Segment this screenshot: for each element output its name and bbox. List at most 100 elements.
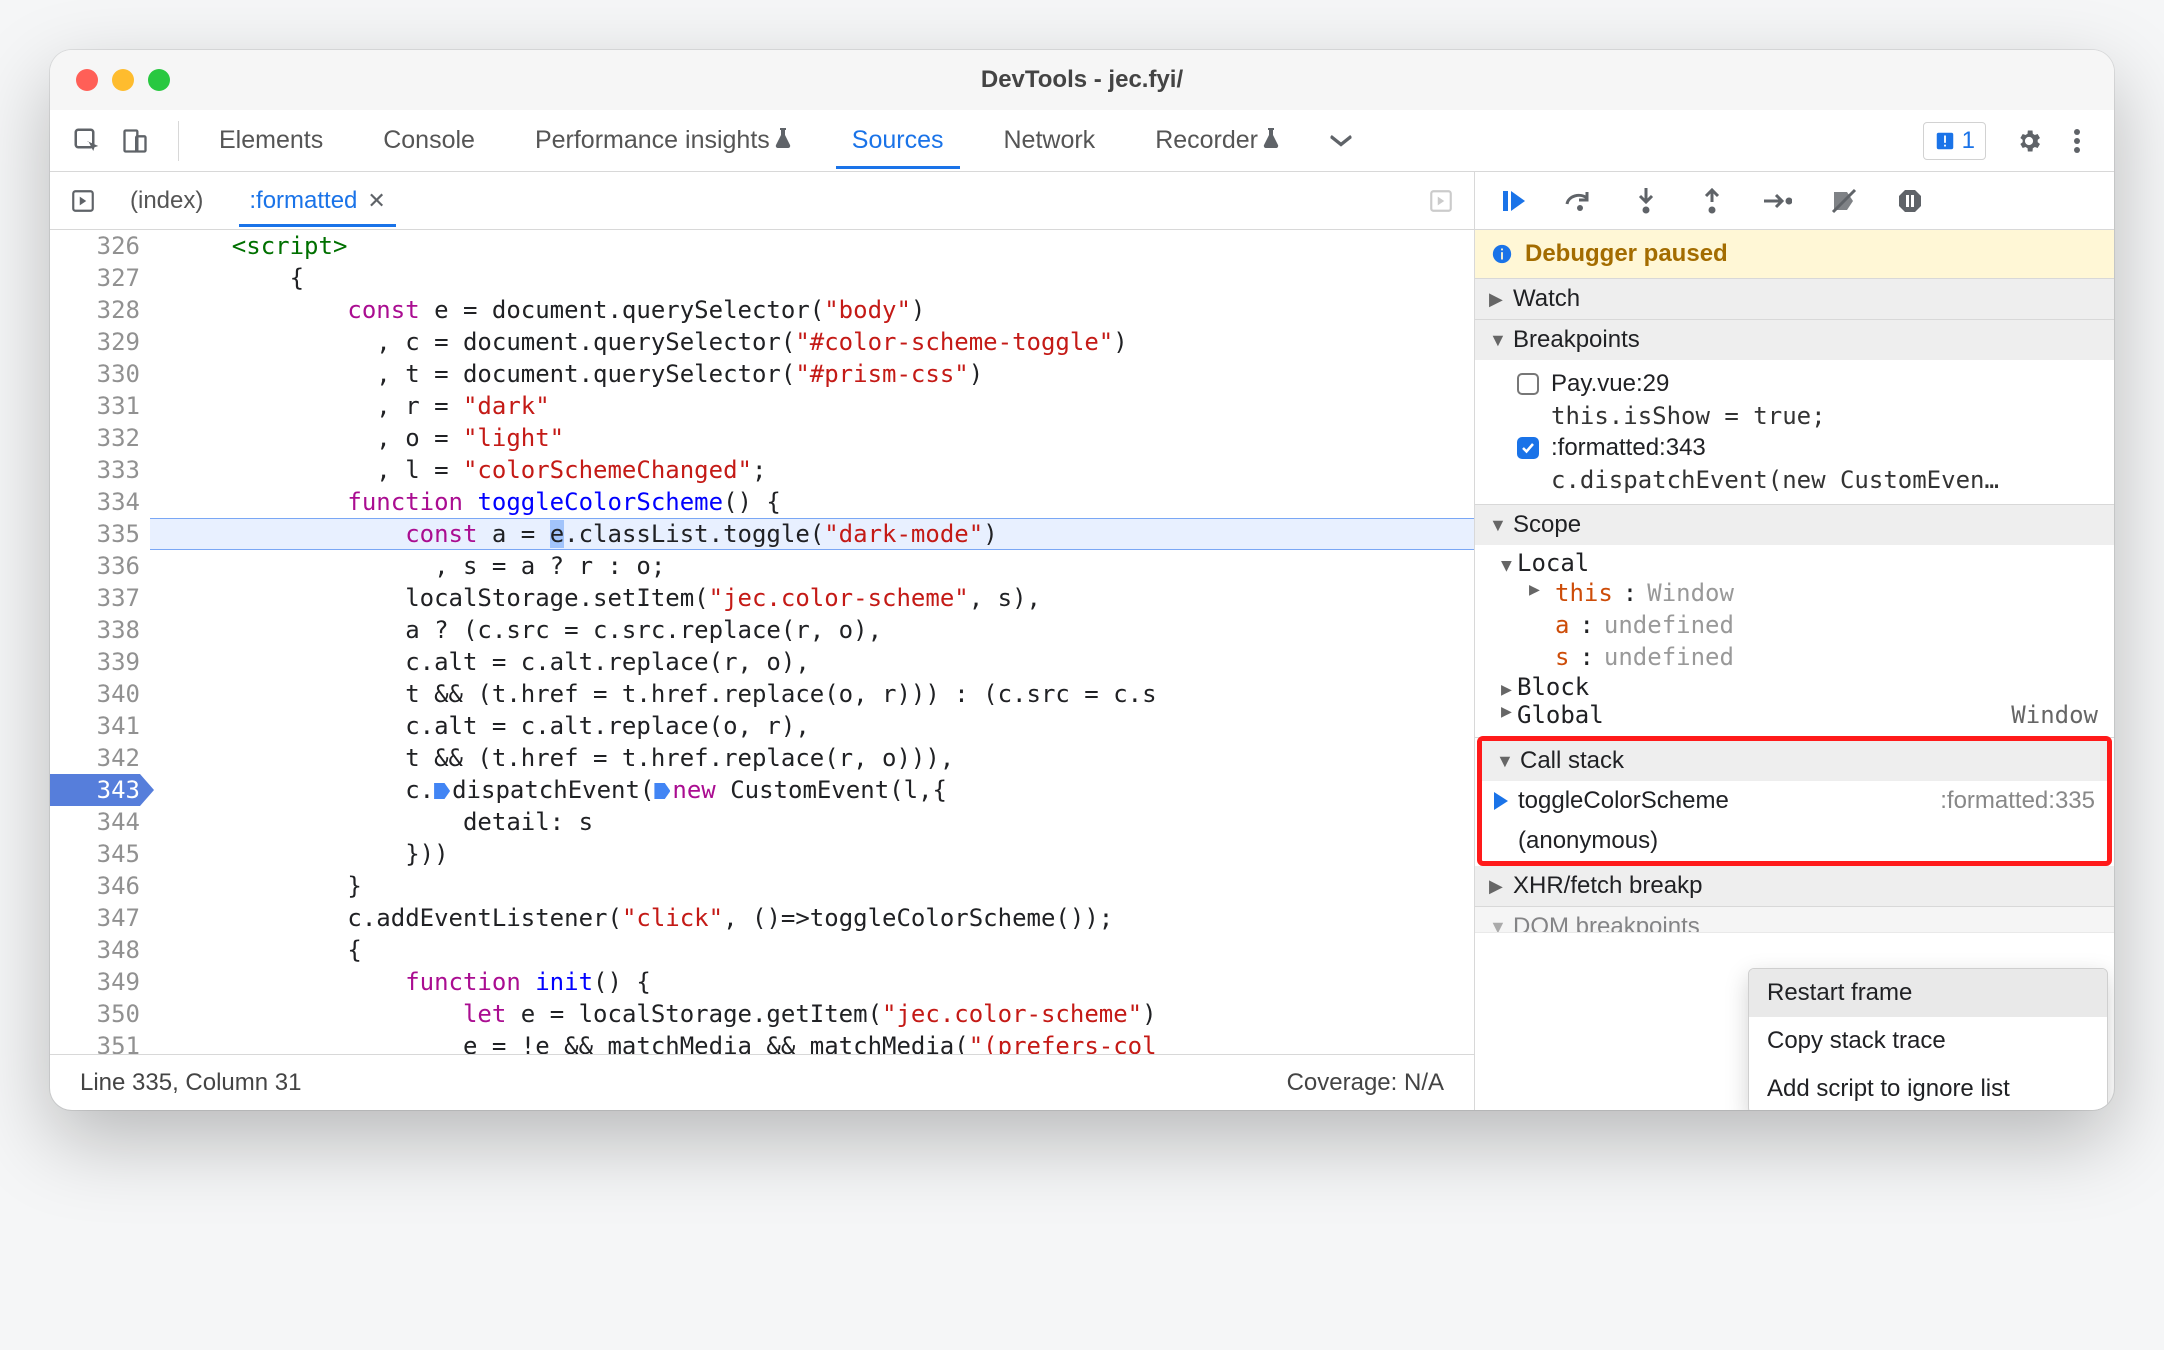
panel-tab-elements[interactable]: Elements <box>203 112 339 169</box>
window-title: DevTools - jec.fyi/ <box>50 66 2114 94</box>
debugger-sidebar: Debugger paused ▶ Watch ▼ Breakpoints Pa… <box>1474 230 2114 1110</box>
code-line[interactable]: { <box>150 934 1474 966</box>
code-line[interactable]: function toggleColorScheme() { <box>150 486 1474 518</box>
callstack-frame[interactable]: (anonymous) <box>1482 821 2107 861</box>
devtools-window: DevTools - jec.fyi/ Elements Console Perfo… <box>50 50 2114 1110</box>
dom-breakpoints-header[interactable]: ▼ DOM breakpoints <box>1475 907 2114 933</box>
code-line[interactable]: } <box>150 870 1474 902</box>
code-line[interactable]: , t = document.querySelector("#prism-css… <box>150 358 1474 390</box>
caret-down-icon: ▼ <box>1489 515 1505 536</box>
code-line[interactable]: , c = document.querySelector("#color-sch… <box>150 326 1474 358</box>
line-gutter: 3263273283293303313323333343353363373383… <box>50 230 150 1054</box>
flask-icon <box>774 126 792 154</box>
show-navigator-icon[interactable] <box>64 182 102 220</box>
breakpoint-checkbox[interactable] <box>1517 437 1539 459</box>
cursor-position: Line 335, Column 31 <box>80 1069 301 1097</box>
code-line[interactable]: const e = document.querySelector("body") <box>150 294 1474 326</box>
current-frame-icon <box>1494 792 1508 810</box>
code-line[interactable]: c.addEventListener("click", ()=>toggleCo… <box>150 902 1474 934</box>
code-line[interactable]: })) <box>150 838 1474 870</box>
resume-icon[interactable] <box>1495 182 1533 220</box>
kebab-menu-icon[interactable] <box>2058 122 2096 160</box>
close-window-button[interactable] <box>76 69 98 91</box>
context-menu-item[interactable]: Copy stack trace <box>1749 1017 2107 1065</box>
panel-tab-network[interactable]: Network <box>988 112 1112 169</box>
code-line[interactable]: c.alt = c.alt.replace(o, r), <box>150 710 1474 742</box>
breakpoints-section-header[interactable]: ▼ Breakpoints <box>1475 320 2114 360</box>
code-line[interactable]: <script> <box>150 230 1474 262</box>
code-line[interactable]: , o = "light" <box>150 422 1474 454</box>
scope-variable[interactable]: ▶this: Window <box>1501 577 2098 609</box>
panel-tab-console[interactable]: Console <box>367 112 491 169</box>
code-line[interactable]: c.dispatchEvent(new CustomEvent(l,{ <box>150 774 1474 806</box>
breakpoint-row[interactable]: :formatted:343 <box>1517 430 2098 466</box>
xhr-breakpoints-header[interactable]: ▶ XHR/fetch breakp <box>1475 866 2114 906</box>
code-area[interactable]: <script> { const e = document.querySelec… <box>150 230 1474 1054</box>
run-snippet-icon[interactable] <box>1422 182 1460 220</box>
code-line[interactable]: , r = "dark" <box>150 390 1474 422</box>
issues-chip[interactable]: 1 <box>1923 122 1986 160</box>
separator <box>178 121 179 161</box>
file-tab[interactable]: (index) <box>120 175 213 227</box>
status-bar: Line 335, Column 31 Coverage: N/A <box>50 1054 1474 1110</box>
caret-down-icon: ▼ <box>1496 751 1512 772</box>
scope-global[interactable]: ▶Global Window <box>1501 701 2098 729</box>
info-icon <box>1491 243 1513 265</box>
banner-text: Debugger paused <box>1525 240 1728 268</box>
breakpoint-checkbox[interactable] <box>1517 373 1539 395</box>
more-tabs-icon[interactable] <box>1322 122 1360 160</box>
code-line[interactable]: t && (t.href = t.href.replace(r, o))), <box>150 742 1474 774</box>
code-line[interactable]: e = !e && matchMedia && matchMedia("(pre… <box>150 1030 1474 1054</box>
scope-variable[interactable]: a: undefined <box>1501 609 2098 641</box>
watch-section-header[interactable]: ▶ Watch <box>1475 279 2114 319</box>
breakpoint-preview: this.isShow = true; <box>1517 402 2098 430</box>
source-tabbar: (index) :formatted✕ <box>50 172 1474 229</box>
file-tab[interactable]: :formatted✕ <box>239 175 395 227</box>
panel-tab-recorder[interactable]: Recorder <box>1139 112 1296 169</box>
code-line[interactable]: detail: s <box>150 806 1474 838</box>
panel-tabstrip: Elements Console Performance insights Sourc… <box>50 110 2114 172</box>
call-stack-header[interactable]: ▼ Call stack <box>1482 741 2107 781</box>
scope-section-header[interactable]: ▼ Scope <box>1475 505 2114 545</box>
deactivate-breakpoints-icon[interactable] <box>1825 182 1863 220</box>
close-icon[interactable]: ✕ <box>367 188 385 214</box>
debugger-banner: Debugger paused <box>1475 230 2114 279</box>
callstack-frame[interactable]: toggleColorScheme:formatted:335 <box>1482 781 2107 821</box>
context-menu-item[interactable]: Restart frame <box>1749 969 2107 1017</box>
callstack-context-menu: Restart frameCopy stack traceAdd script … <box>1748 968 2108 1110</box>
panel-tab-sources[interactable]: Sources <box>836 112 960 169</box>
panel-tab-performance-insights[interactable]: Performance insights <box>519 112 808 169</box>
code-line[interactable]: localStorage.setItem("jec.color-scheme",… <box>150 582 1474 614</box>
step-icon[interactable] <box>1759 182 1797 220</box>
code-line[interactable]: , s = a ? r : o; <box>150 550 1474 582</box>
breakpoint-row[interactable]: Pay.vue:29 <box>1517 366 2098 402</box>
code-line[interactable]: function init() { <box>150 966 1474 998</box>
code-line[interactable]: a ? (c.src = c.src.replace(r, o), <box>150 614 1474 646</box>
breakpoint-preview: c.dispatchEvent(new CustomEven… <box>1517 466 2098 494</box>
flask-icon <box>1262 126 1280 154</box>
traffic-lights <box>50 69 170 91</box>
scope-block[interactable]: ▶Block <box>1501 673 2098 701</box>
minimize-window-button[interactable] <box>112 69 134 91</box>
issues-count: 1 <box>1962 127 1975 155</box>
step-over-icon[interactable] <box>1561 182 1599 220</box>
code-line[interactable]: t && (t.href = t.href.replace(o, r))) : … <box>150 678 1474 710</box>
code-line[interactable]: , l = "colorSchemeChanged"; <box>150 454 1474 486</box>
scope-local[interactable]: ▼Local <box>1501 549 2098 577</box>
titlebar: DevTools - jec.fyi/ <box>50 50 2114 110</box>
step-into-icon[interactable] <box>1627 182 1665 220</box>
settings-gear-icon[interactable] <box>2010 122 2048 160</box>
code-line[interactable]: { <box>150 262 1474 294</box>
code-line[interactable]: let e = localStorage.getItem("jec.color-… <box>150 998 1474 1030</box>
code-editor[interactable]: 3263273283293303313323333343353363373383… <box>50 230 1474 1054</box>
code-line[interactable]: const a = e.classList.toggle("dark-mode"… <box>150 518 1474 550</box>
pause-on-exceptions-icon[interactable] <box>1891 182 1929 220</box>
context-menu-item[interactable]: Add script to ignore list <box>1749 1065 2107 1110</box>
scope-variable[interactable]: s: undefined <box>1501 641 2098 673</box>
step-out-icon[interactable] <box>1693 182 1731 220</box>
code-line[interactable]: c.alt = c.alt.replace(r, o), <box>150 646 1474 678</box>
inspect-element-icon[interactable] <box>68 122 106 160</box>
zoom-window-button[interactable] <box>148 69 170 91</box>
call-stack-highlight: ▼ Call stack toggleColorScheme:formatted… <box>1477 736 2112 866</box>
device-toolbar-icon[interactable] <box>116 122 154 160</box>
